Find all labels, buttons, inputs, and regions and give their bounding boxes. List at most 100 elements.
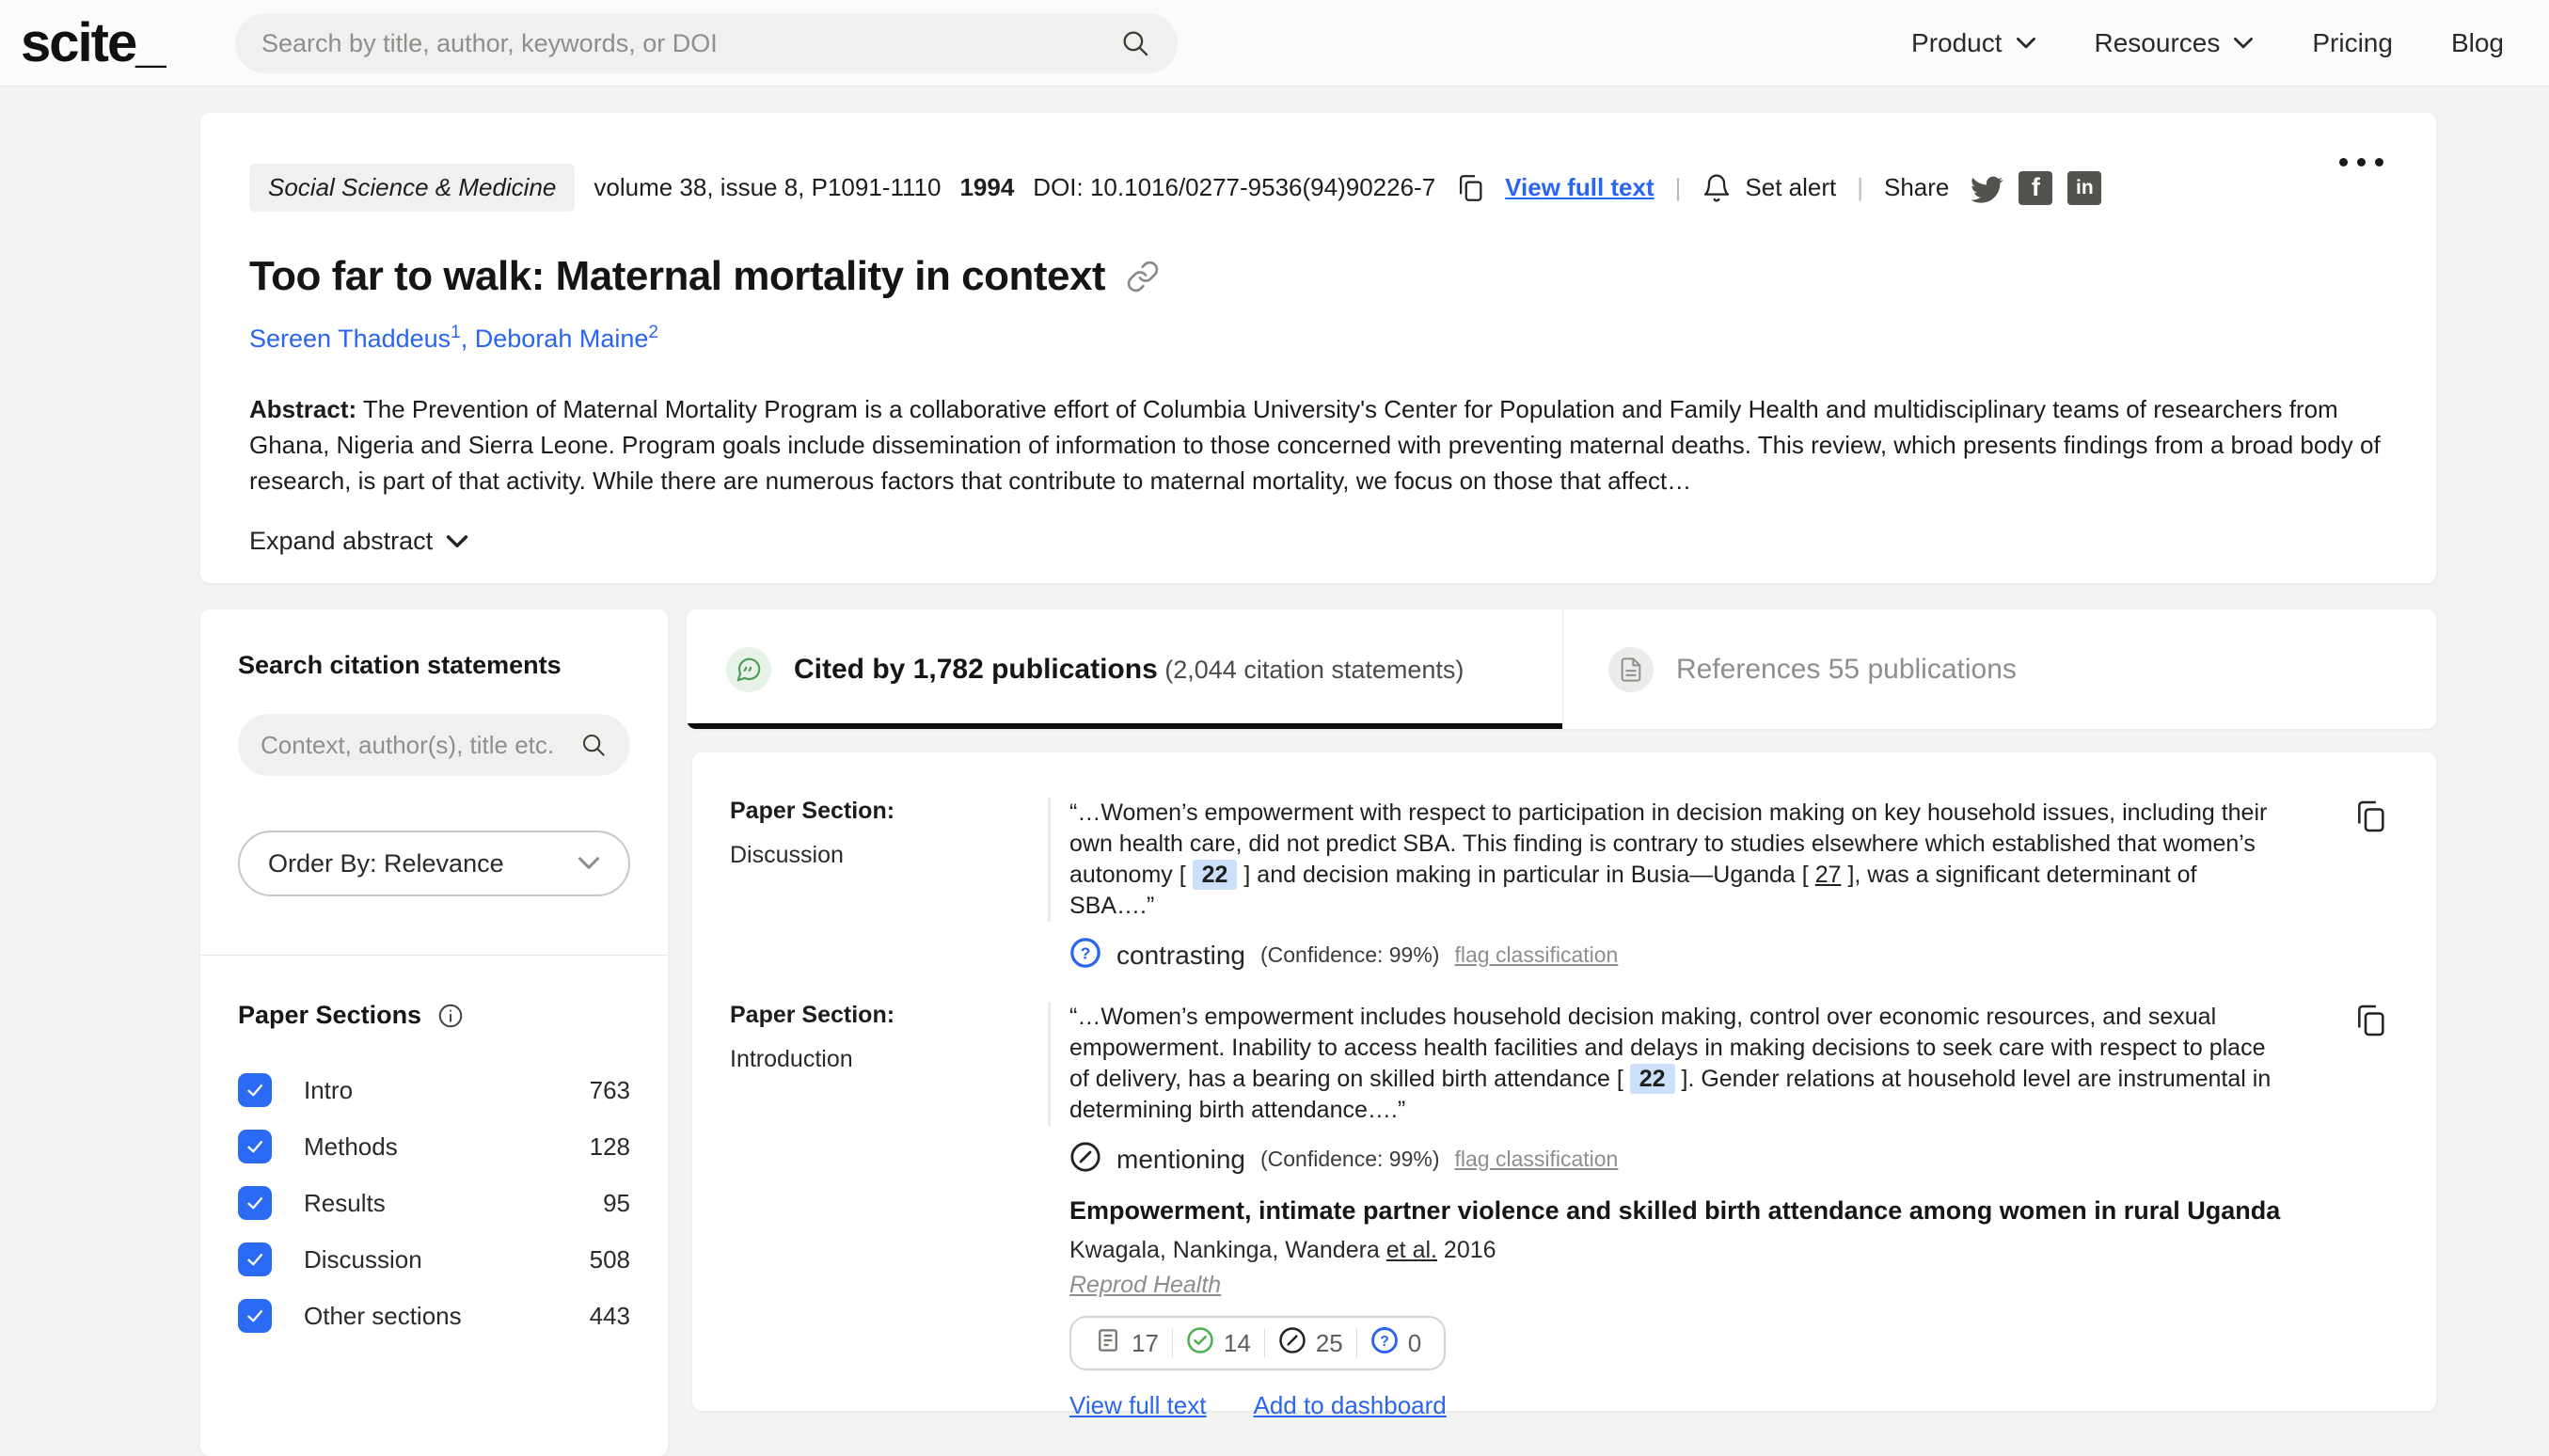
global-search-input[interactable] xyxy=(261,29,1119,58)
checkbox-checked[interactable] xyxy=(238,1186,272,1220)
section-filter-methods[interactable]: Methods 128 xyxy=(238,1118,630,1175)
page-title: Too far to walk: Maternal mortality in c… xyxy=(249,253,1105,300)
paper-section-value: Introduction xyxy=(730,1046,1048,1073)
citation-quote: “…Women’s empowerment includes household… xyxy=(1048,1002,2333,1126)
nav-resources[interactable]: Resources xyxy=(2095,28,2255,58)
publication-year: 1994 xyxy=(959,173,1014,202)
citation-quote: “…Women’s empowerment with respect to pa… xyxy=(1048,798,2333,922)
nav-blog[interactable]: Blog xyxy=(2451,28,2504,58)
nav-pricing[interactable]: Pricing xyxy=(2312,28,2393,58)
metric-contrasting: ? 0 xyxy=(1357,1326,1434,1361)
citing-paper-info: Empowerment, intimate partner violence a… xyxy=(1069,1196,2333,1420)
citations-references-tabs: Cited by 1,782 publications (2,044 citat… xyxy=(687,609,2436,729)
header-nav: Product Resources Pricing Blog xyxy=(1911,28,2549,58)
citation-bubble-icon xyxy=(726,647,771,692)
top-navigation-bar: scite_ Product Resources Pricing Blog xyxy=(0,0,2549,87)
expand-abstract-button[interactable]: Expand abstract xyxy=(249,527,2387,556)
chevron-down-icon xyxy=(2233,37,2254,50)
citing-paper-authors: Kwagala, Nankinga, Wandera et al. 2016 xyxy=(1069,1237,2333,1264)
checkbox-checked[interactable] xyxy=(238,1073,272,1107)
authors-line: Sereen Thaddeus1, Deborah Maine2 xyxy=(249,323,2387,354)
order-by-dropdown[interactable]: Order By: Relevance xyxy=(238,831,630,896)
search-icon xyxy=(579,731,608,759)
info-icon[interactable] xyxy=(436,1002,465,1030)
set-alert-button[interactable]: Set alert xyxy=(1702,173,1836,203)
classification-label: mentioning xyxy=(1116,1145,1245,1175)
paper-section-label: Paper Section: xyxy=(730,798,1048,825)
paper-meta-row: Social Science & Medicine volume 38, iss… xyxy=(249,164,2387,212)
slash-circle-icon xyxy=(1278,1326,1306,1361)
sidebar-divider xyxy=(200,955,668,956)
copy-citation-button[interactable] xyxy=(2333,798,2389,973)
citing-paper-title[interactable]: Empowerment, intimate partner violence a… xyxy=(1069,1196,2333,1226)
checkbox-checked[interactable] xyxy=(238,1242,272,1276)
citing-paper-journal-link[interactable]: Reprod Health xyxy=(1069,1272,1221,1299)
citation-statements-panel: Paper Section: Discussion “…Women’s empo… xyxy=(692,752,2436,1411)
citation-statement-row: Paper Section: Introduction “…Women’s em… xyxy=(730,1002,2389,1420)
search-icon xyxy=(1119,27,1151,59)
citation-ref-highlight[interactable]: 22 xyxy=(1193,860,1238,890)
citation-search-bar[interactable] xyxy=(238,714,630,776)
svg-text:?: ? xyxy=(1081,944,1091,963)
view-full-text-link[interactable]: View full text xyxy=(1505,173,1654,202)
check-circle-icon xyxy=(1186,1326,1214,1361)
citation-ref-link[interactable]: 27 xyxy=(1815,862,1842,888)
author-link[interactable]: Sereen Thaddeus1 xyxy=(249,324,461,353)
metric-citing-publications: 17 xyxy=(1081,1326,1172,1361)
paper-sections-heading: Paper Sections xyxy=(238,1001,421,1030)
facebook-share-icon[interactable]: f xyxy=(2019,171,2052,205)
checkbox-checked[interactable] xyxy=(238,1299,272,1333)
metric-mentioning: 25 xyxy=(1265,1326,1356,1361)
add-to-dashboard-link[interactable]: Add to dashboard xyxy=(1253,1391,1446,1420)
tab-cited-by[interactable]: Cited by 1,782 publications (2,044 citat… xyxy=(687,609,1562,729)
citation-ref-highlight[interactable]: 22 xyxy=(1630,1064,1675,1094)
section-filter-results[interactable]: Results 95 xyxy=(238,1175,630,1231)
et-al-link[interactable]: et al. xyxy=(1386,1237,1437,1263)
flag-classification-link[interactable]: flag classification xyxy=(1454,942,1618,968)
metric-supporting: 14 xyxy=(1173,1326,1264,1361)
section-filter-discussion[interactable]: Discussion 508 xyxy=(238,1231,630,1288)
copy-doi-icon[interactable] xyxy=(1454,172,1486,204)
paper-section-label: Paper Section: xyxy=(730,1002,1048,1029)
volume-issue-pages: volume 38, issue 8, P1091-1110 xyxy=(594,173,941,202)
smart-citation-badge[interactable]: 17 14 25 ? 0 xyxy=(1069,1316,1446,1370)
search-citations-heading: Search citation statements xyxy=(238,651,630,680)
question-circle-icon: ? xyxy=(1370,1326,1399,1361)
paper-summary-card: Social Science & Medicine volume 38, iss… xyxy=(200,113,2436,583)
view-full-text-link[interactable]: View full text xyxy=(1069,1391,1206,1420)
author-link[interactable]: Deborah Maine2 xyxy=(475,324,658,353)
section-filter-intro[interactable]: Intro 763 xyxy=(238,1062,630,1118)
doi-text: DOI: 10.1016/0277-9536(94)90226-7 xyxy=(1033,173,1435,202)
global-search-bar[interactable] xyxy=(235,13,1178,73)
flag-classification-link[interactable]: flag classification xyxy=(1454,1147,1618,1172)
scite-logo[interactable]: scite_ xyxy=(21,11,164,74)
section-filter-other[interactable]: Other sections 443 xyxy=(238,1288,630,1344)
citation-filters-sidebar: Search citation statements Order By: Rel… xyxy=(200,609,668,1456)
document-icon xyxy=(1094,1326,1122,1361)
chevron-down-icon xyxy=(446,534,468,549)
twitter-share-icon[interactable] xyxy=(1968,170,2003,206)
confidence-text: (Confidence: 99%) xyxy=(1260,1147,1440,1172)
abstract-text: Abstract: The Prevention of Maternal Mor… xyxy=(249,391,2387,499)
confidence-text: (Confidence: 99%) xyxy=(1260,942,1440,968)
chevron-down-icon xyxy=(578,856,600,871)
chevron-down-icon xyxy=(2016,37,2036,50)
journal-badge[interactable]: Social Science & Medicine xyxy=(249,164,575,212)
paper-sections-list: Intro 763 Methods 128 Results 95 Discuss… xyxy=(238,1062,630,1344)
more-options-button[interactable] xyxy=(2339,158,2383,166)
document-icon xyxy=(1608,647,1654,692)
tab-references[interactable]: References 55 publications xyxy=(1563,609,2436,729)
share-label: Share xyxy=(1884,173,1949,202)
bell-icon xyxy=(1702,173,1732,203)
linkedin-share-icon[interactable]: in xyxy=(2067,171,2101,205)
contrasting-icon: ? xyxy=(1069,937,1101,973)
checkbox-checked[interactable] xyxy=(238,1130,272,1163)
share-group: Share f in xyxy=(1884,170,2101,206)
paper-section-value: Discussion xyxy=(730,842,1048,869)
mentioning-icon xyxy=(1069,1141,1101,1178)
svg-text:?: ? xyxy=(1380,1333,1389,1349)
nav-product[interactable]: Product xyxy=(1911,28,2036,58)
citation-search-input[interactable] xyxy=(261,731,579,760)
permalink-icon[interactable] xyxy=(1126,260,1160,293)
copy-citation-button[interactable] xyxy=(2333,1002,2389,1420)
